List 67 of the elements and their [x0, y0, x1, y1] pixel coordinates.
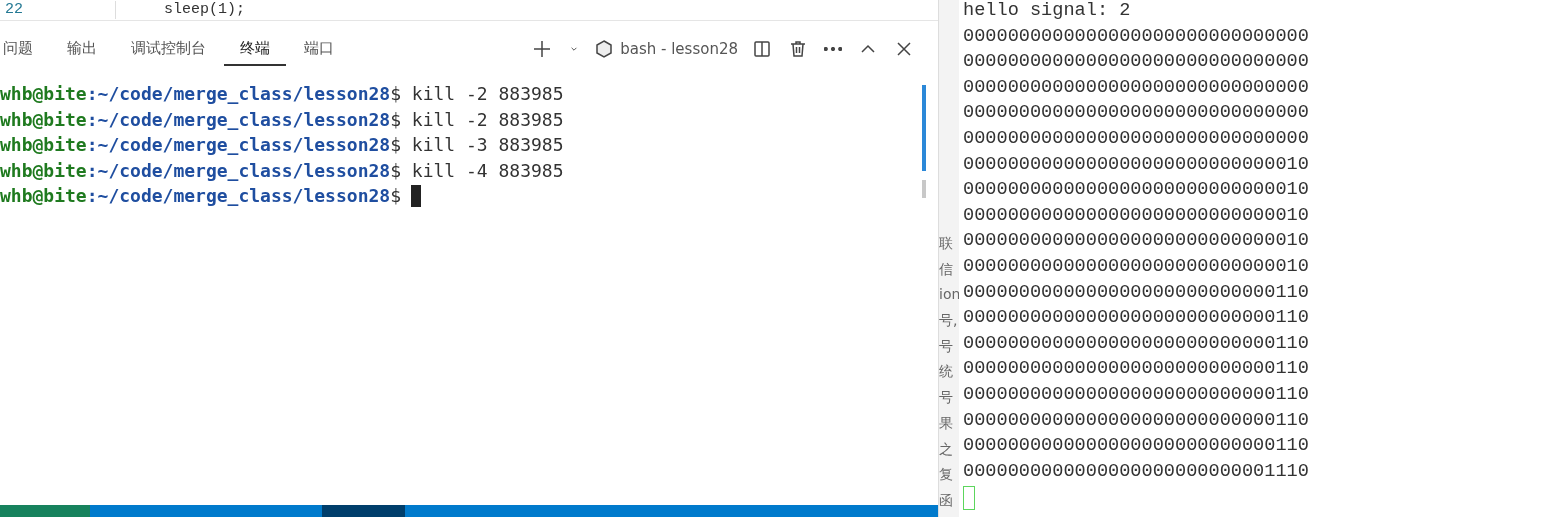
output-line: 0000000000000000000000000001110	[963, 459, 1310, 484]
terminal-selector[interactable]: bash - lesson28	[594, 39, 738, 59]
output-line: 0000000000000000000000000000010	[963, 203, 1310, 228]
command-text: kill -2 883985	[410, 82, 564, 106]
more-icon	[824, 47, 842, 51]
text-fragment: ion	[939, 285, 959, 305]
command-text: kill -4 883985	[410, 158, 564, 183]
panel-tab[interactable]: 输出	[51, 32, 113, 66]
output-line: 0000000000000000000000000000110	[963, 434, 1310, 459]
terminal-cursor	[963, 486, 975, 511]
output-line: 0000000000000000000000000000000	[963, 75, 1310, 100]
text-fragment: 统	[939, 362, 954, 382]
more-button[interactable]	[822, 45, 844, 53]
prompt-user: whb@bite	[0, 184, 87, 208]
prompt-sign: $	[390, 107, 401, 132]
text-fragment: 号	[939, 388, 954, 408]
command-text: kill -2 883985	[410, 107, 564, 132]
output-line: 0000000000000000000000000000110	[963, 382, 1310, 407]
output-line: 0000000000000000000000000000110	[963, 331, 1310, 356]
text-fragment: 信	[939, 259, 954, 279]
prompt-sign: $	[390, 158, 401, 183]
split-icon	[752, 39, 772, 59]
output-line: 0000000000000000000000000000000	[963, 24, 1310, 49]
prompt-user: whb@bite	[0, 133, 87, 157]
output-line: 0000000000000000000000000000010	[963, 254, 1310, 279]
text-fragment: 果	[939, 413, 954, 433]
output-line: 0000000000000000000000000000010	[963, 152, 1310, 177]
code-line: sleep(1);	[164, 1, 245, 19]
prompt-path: :~/code/merge_class/lesson28	[86, 107, 391, 132]
prompt-user: whb@bite	[0, 158, 87, 183]
scrollbar-marker	[922, 180, 926, 198]
prompt-user: whb@bite	[0, 107, 87, 132]
panel-tab[interactable]: 调试控制台	[115, 32, 222, 66]
prompt-sign: $	[390, 133, 401, 157]
text-fragment: 号	[939, 336, 954, 356]
trash-icon	[788, 39, 808, 59]
plus-icon	[532, 39, 553, 59]
output-line: 0000000000000000000000000000110	[963, 280, 1310, 305]
command-text: kill -3 883985	[410, 133, 564, 157]
output-line: hello signal: 2	[963, 0, 1132, 23]
output-line: 0000000000000000000000000000000	[963, 126, 1310, 151]
prompt-sign: $	[390, 184, 401, 208]
output-line: 0000000000000000000000000000000	[963, 50, 1310, 75]
output-line: 0000000000000000000000000000010	[963, 229, 1310, 254]
prompt-sign: $	[390, 82, 401, 106]
prompt-path: :~/code/merge_class/lesson28	[86, 184, 391, 208]
scrollbar-thumb[interactable]	[922, 85, 926, 171]
output-line: 0000000000000000000000000000110	[963, 357, 1310, 382]
terminal-cursor	[411, 184, 421, 207]
output-line: 0000000000000000000000000000010	[963, 178, 1310, 203]
output-line: 0000000000000000000000000000110	[963, 306, 1310, 331]
prompt-path: :~/code/merge_class/lesson28	[86, 82, 391, 106]
panel-tab[interactable]: 问题	[1, 32, 49, 66]
text-fragment: 函	[939, 490, 954, 510]
panel-tab[interactable]: 端口	[288, 32, 350, 66]
prompt-user: whb@bite	[0, 82, 87, 106]
output-line: 0000000000000000000000000000110	[963, 408, 1310, 433]
text-fragment: 复	[939, 465, 954, 485]
prompt-path: :~/code/merge_class/lesson28	[86, 133, 391, 157]
text-fragment: 之	[939, 439, 954, 459]
terminal-box-icon	[594, 39, 615, 59]
output-line: 0000000000000000000000000000000	[963, 101, 1310, 126]
panel-tab[interactable]: 终端	[224, 32, 286, 66]
prompt-path: :~/code/merge_class/lesson28	[86, 158, 391, 183]
line-number: 22	[0, 1, 116, 19]
text-fragment: 号,	[939, 311, 959, 331]
text-fragment: 联	[939, 234, 954, 253]
